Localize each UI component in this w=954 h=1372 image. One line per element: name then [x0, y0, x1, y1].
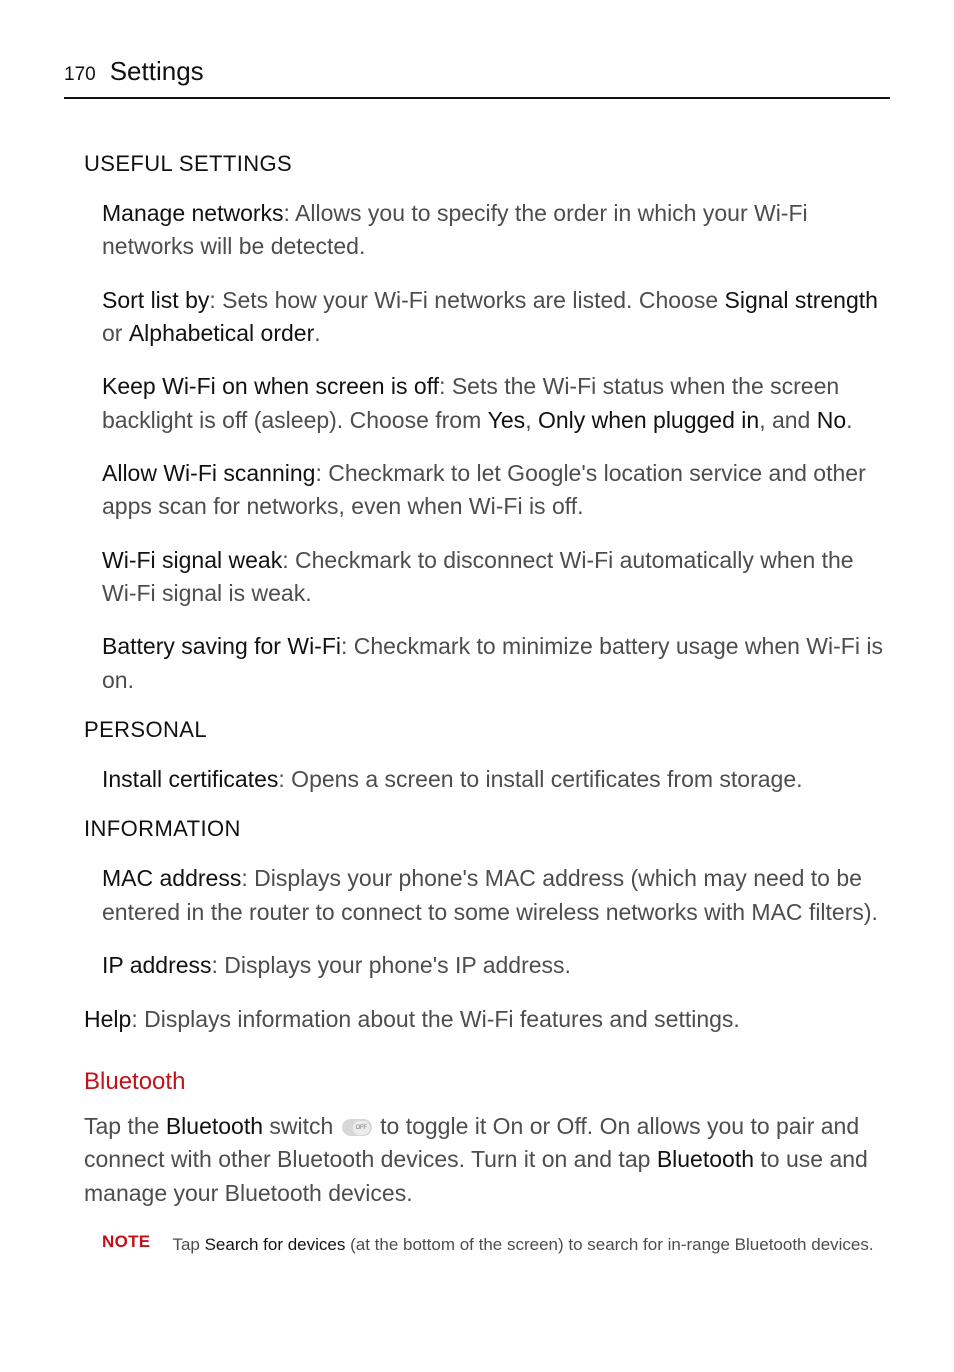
- keep-wifi-on-o1: Yes: [488, 407, 526, 433]
- running-header: 170 Settings: [64, 56, 890, 87]
- manage-networks-label: Manage networks: [102, 200, 284, 226]
- note-bold: Search for devices: [205, 1235, 346, 1254]
- install-certificates-label: Install certificates: [102, 766, 278, 792]
- note-c: (at the bottom of the screen) to search …: [345, 1235, 873, 1254]
- note-a: Tap: [172, 1235, 204, 1254]
- sort-list-by-d3: .: [314, 320, 320, 346]
- keep-wifi-on-label: Keep Wi-Fi on when screen is off: [102, 373, 439, 399]
- mac-address-item: MAC address: Displays your phone's MAC a…: [84, 862, 886, 929]
- header-rule: [64, 97, 890, 99]
- keep-wifi-on-o2: Only when plugged in: [538, 407, 759, 433]
- keep-wifi-on-item: Keep Wi-Fi on when screen is off: Sets t…: [84, 370, 886, 437]
- sort-list-by-o2: Alphabetical order: [129, 320, 314, 346]
- ip-address-item: IP address: Displays your phone's IP add…: [84, 949, 886, 982]
- allow-wifi-scanning-label: Allow Wi-Fi scanning: [102, 460, 315, 486]
- page-number: 170: [64, 64, 96, 86]
- header-section-title: Settings: [110, 56, 204, 87]
- battery-saving-item: Battery saving for Wi-Fi: Checkmark to m…: [84, 630, 886, 697]
- note-block: NOTE Tap Search for devices (at the bott…: [84, 1232, 886, 1258]
- ip-address-desc: : Displays your phone's IP address.: [212, 952, 571, 978]
- install-certificates-item: Install certificates: Opens a screen to …: [84, 763, 886, 796]
- content-body: USEFUL SETTINGS Manage networks: Allows …: [64, 151, 890, 1258]
- help-item: Help: Displays information about the Wi-…: [84, 1003, 886, 1036]
- keep-wifi-on-d4: .: [846, 407, 852, 433]
- sort-list-by-o1: Signal strength: [725, 287, 878, 313]
- useful-settings-heading: USEFUL SETTINGS: [84, 151, 886, 177]
- sort-list-by-d2: or: [102, 320, 129, 346]
- personal-heading: PERSONAL: [84, 717, 886, 743]
- note-label: NOTE: [102, 1232, 150, 1258]
- help-desc: : Displays information about the Wi-Fi f…: [131, 1006, 740, 1032]
- note-text: Tap Search for devices (at the bottom of…: [172, 1232, 873, 1258]
- bt-text-c: switch: [263, 1113, 340, 1139]
- switch-off-icon: [342, 1119, 372, 1136]
- install-certificates-desc: : Opens a screen to install certificates…: [278, 766, 802, 792]
- sort-list-by-label: Sort list by: [102, 287, 209, 313]
- sort-list-by-item: Sort list by: Sets how your Wi-Fi networ…: [84, 284, 886, 351]
- keep-wifi-on-d2: ,: [525, 407, 538, 433]
- keep-wifi-on-d3: , and: [759, 407, 817, 433]
- bt-bold-2: Bluetooth: [657, 1146, 754, 1172]
- information-heading: INFORMATION: [84, 816, 886, 842]
- mac-address-label: MAC address: [102, 865, 241, 891]
- help-label: Help: [84, 1006, 131, 1032]
- bt-bold-1: Bluetooth: [166, 1113, 263, 1139]
- manage-networks-item: Manage networks: Allows you to specify t…: [84, 197, 886, 264]
- battery-saving-label: Battery saving for Wi-Fi: [102, 633, 341, 659]
- sort-list-by-d1: : Sets how your Wi-Fi networks are liste…: [209, 287, 724, 313]
- page: 170 Settings USEFUL SETTINGS Manage netw…: [0, 0, 954, 1338]
- keep-wifi-on-o3: No: [817, 407, 846, 433]
- bluetooth-paragraph: Tap the Bluetooth switch to toggle it On…: [84, 1110, 886, 1210]
- allow-wifi-scanning-item: Allow Wi-Fi scanning: Checkmark to let G…: [84, 457, 886, 524]
- wifi-signal-weak-item: Wi-Fi signal weak: Checkmark to disconne…: [84, 544, 886, 611]
- bt-text-a: Tap the: [84, 1113, 166, 1139]
- wifi-signal-weak-label: Wi-Fi signal weak: [102, 547, 282, 573]
- bluetooth-heading: Bluetooth: [84, 1068, 886, 1096]
- ip-address-label: IP address: [102, 952, 212, 978]
